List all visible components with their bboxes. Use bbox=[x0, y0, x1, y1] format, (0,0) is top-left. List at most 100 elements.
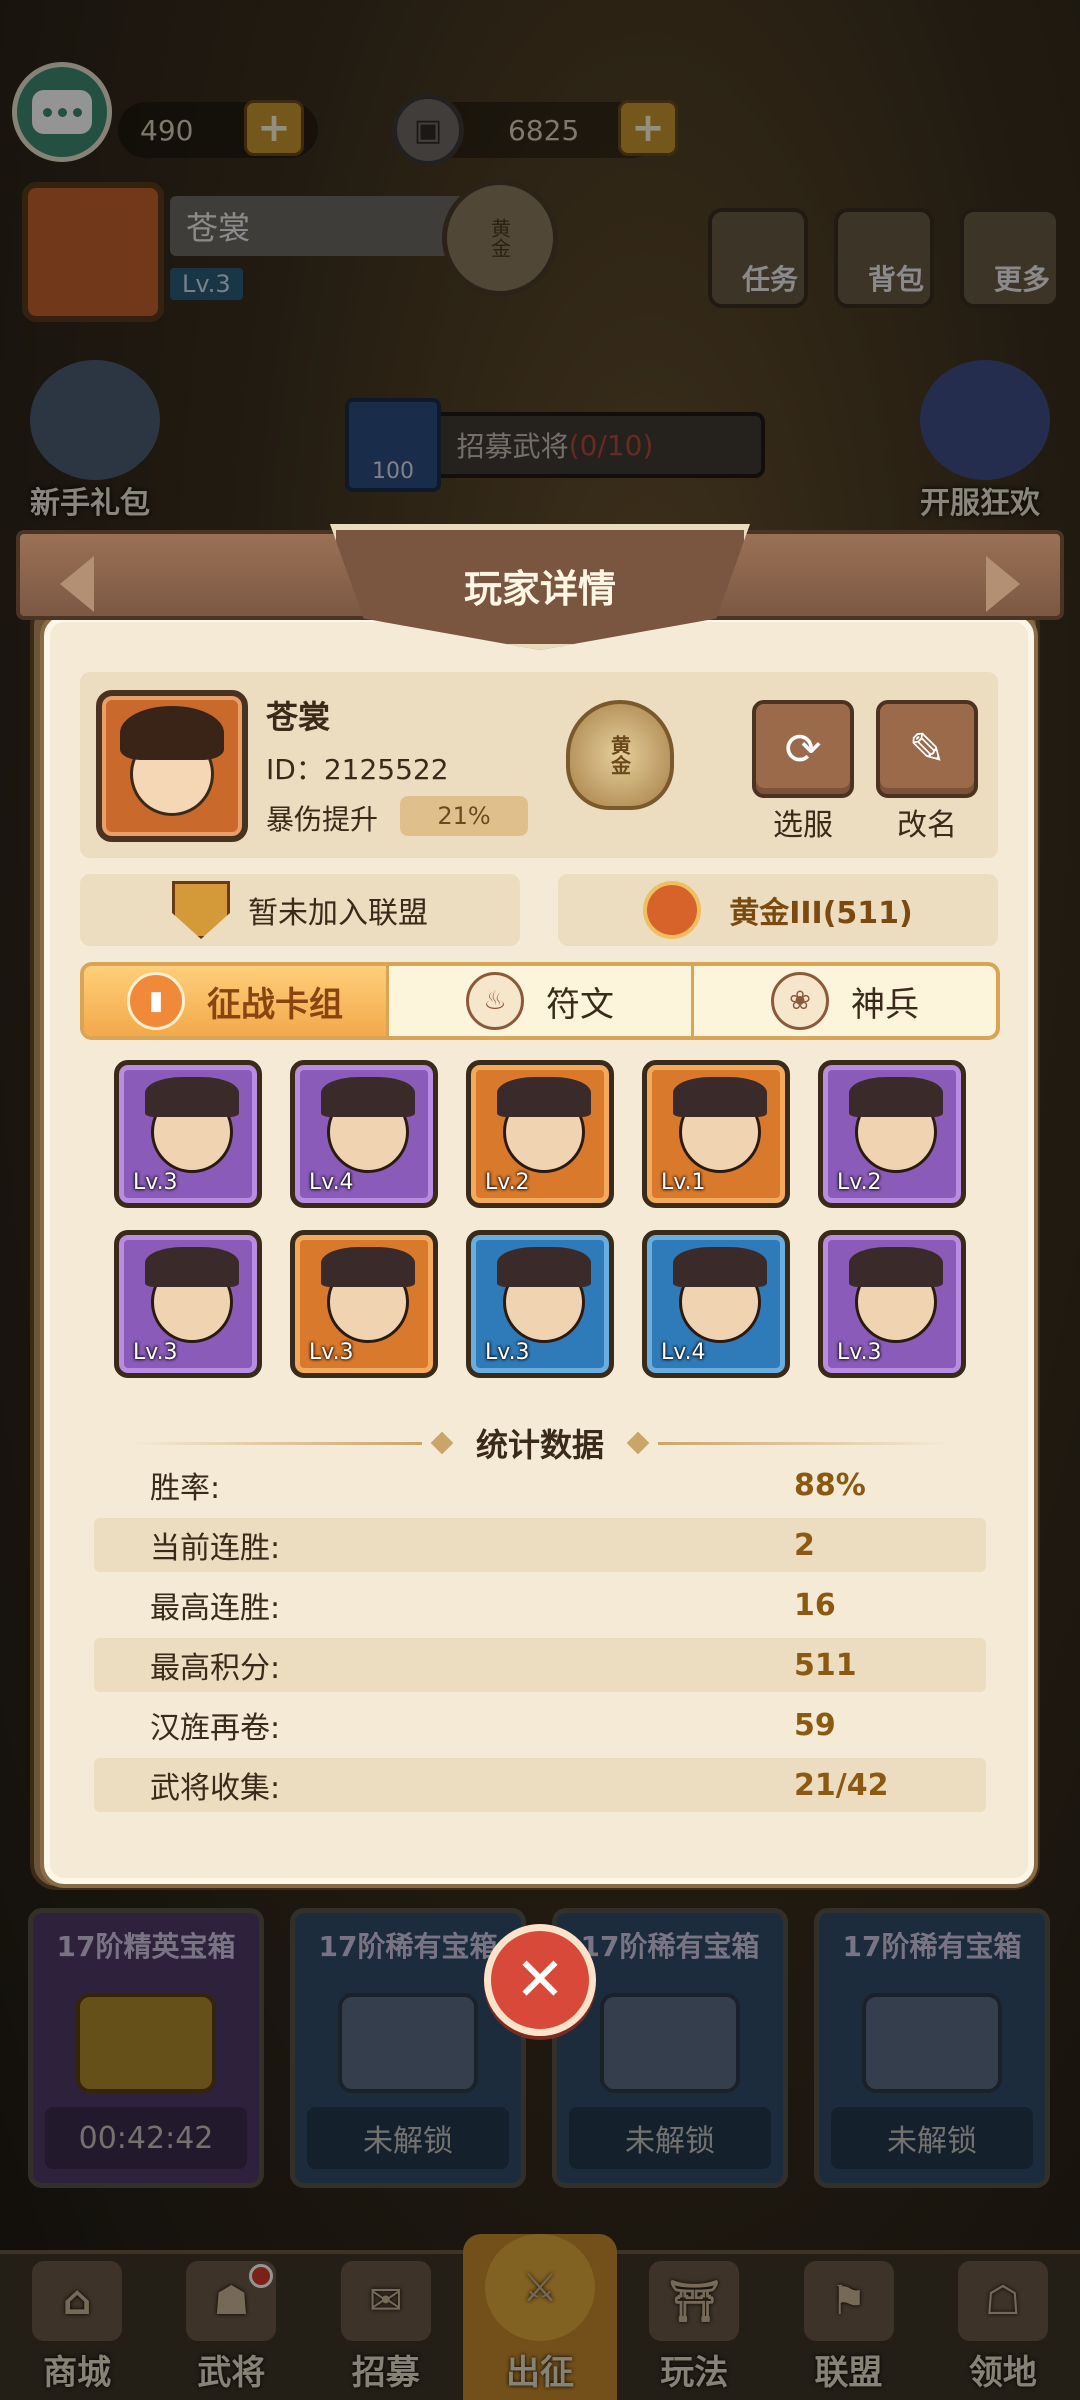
chat-icon bbox=[32, 90, 92, 134]
tasks-button[interactable]: 任务 bbox=[708, 208, 808, 308]
hero-card[interactable]: Lv.3 bbox=[818, 1230, 966, 1378]
tab-runes[interactable]: ♨ 符文 bbox=[389, 966, 694, 1036]
crit-bonus-value: 21% bbox=[400, 796, 528, 836]
nav-label: 招募 bbox=[351, 2353, 420, 2393]
backpack-button[interactable]: 背包 bbox=[834, 208, 934, 308]
tab-battle-deck[interactable]: ▮ 征战卡组 bbox=[84, 966, 389, 1036]
pouch-icon bbox=[643, 881, 702, 939]
divider bbox=[130, 1441, 422, 1445]
hero-card[interactable]: Lv.3 bbox=[290, 1230, 438, 1378]
rank-badge-small-text: 黄金 bbox=[487, 218, 512, 258]
recruit-cost-value: 100 bbox=[372, 459, 414, 484]
stat-label: 武将收集: bbox=[150, 1771, 281, 1806]
nav-territory[interactable]: ☖ 领地 bbox=[926, 2254, 1080, 2400]
stat-row-han-banner: 汉旌再卷: 59 bbox=[94, 1698, 986, 1752]
divider-diamond bbox=[626, 1431, 650, 1455]
tab-label: 符文 bbox=[546, 984, 614, 1025]
player-id: ID：2125522 bbox=[266, 753, 449, 786]
player-avatar bbox=[96, 690, 248, 842]
hero-portrait-hat bbox=[849, 1247, 943, 1287]
play-icon: ⛩ bbox=[649, 2261, 740, 2341]
hero-portrait-hat bbox=[673, 1247, 767, 1287]
stat-label: 汉旌再卷: bbox=[150, 1711, 281, 1746]
rune-icon: ♨ bbox=[466, 972, 524, 1030]
newbie-gift-label[interactable]: 新手礼包 bbox=[30, 478, 150, 522]
rename-label[interactable]: 改名 bbox=[876, 800, 978, 844]
nav-shop[interactable]: ⌂ 商城 bbox=[0, 2254, 154, 2400]
hero-card[interactable]: Lv.4 bbox=[290, 1060, 438, 1208]
hero-card[interactable]: Lv.4 bbox=[642, 1230, 790, 1378]
close-button[interactable]: ✕ bbox=[484, 1924, 596, 2036]
avatar-hair bbox=[120, 706, 224, 760]
backpack-label: 背包 bbox=[867, 263, 924, 296]
hero-card[interactable]: Lv.1 bbox=[642, 1060, 790, 1208]
nav-generals[interactable]: ☗ 武将 bbox=[154, 2254, 308, 2400]
divider bbox=[658, 1441, 951, 1445]
coin-icon: ▣ bbox=[392, 94, 464, 166]
stat-row-win-rate: 胜率: 88% bbox=[94, 1458, 986, 1512]
hero-portrait-hat bbox=[145, 1247, 239, 1287]
tab-divine-weapons[interactable]: ❀ 神兵 bbox=[694, 966, 996, 1036]
server-carnival-label[interactable]: 开服狂欢 bbox=[920, 478, 1040, 522]
rename-button[interactable]: ✎ bbox=[876, 700, 978, 798]
crit-bonus-label: 暴伤提升 bbox=[266, 803, 379, 836]
recruit-label: 招募武将 bbox=[456, 430, 569, 463]
battle-icon: ⚔ bbox=[484, 2234, 595, 2341]
rank-info-text: 黄金III(511) bbox=[729, 896, 913, 931]
hero-level: Lv.1 bbox=[661, 1170, 706, 1195]
tab-label: 神兵 bbox=[851, 984, 919, 1025]
more-button[interactable]: 更多 bbox=[960, 208, 1060, 308]
stat-value: 2 bbox=[794, 1527, 815, 1563]
select-server-label[interactable]: 选服 bbox=[752, 800, 854, 844]
stat-label: 最高积分: bbox=[150, 1651, 281, 1686]
pencil-icon: ✎ bbox=[908, 723, 946, 775]
hero-portrait-hat bbox=[849, 1077, 943, 1117]
chest-title: 17阶稀有宝箱 bbox=[842, 1930, 1022, 1963]
player-avatar-small[interactable] bbox=[22, 182, 164, 322]
rank-badge-text: 黄金 bbox=[607, 735, 632, 775]
modal-title: 玩家详情 bbox=[463, 567, 616, 611]
hero-card[interactable]: Lv.2 bbox=[818, 1060, 966, 1208]
chat-button[interactable] bbox=[12, 62, 112, 162]
hero-card[interactable]: Lv.2 bbox=[466, 1060, 614, 1208]
hero-level: Lv.3 bbox=[133, 1170, 178, 1195]
hero-card[interactable]: Lv.3 bbox=[114, 1060, 262, 1208]
nav-battle[interactable]: ⚔ 出征 bbox=[462, 2234, 618, 2400]
server-carnival-icon[interactable] bbox=[920, 360, 1050, 480]
shield-icon bbox=[172, 881, 230, 939]
add-gems-button[interactable]: + bbox=[244, 100, 304, 156]
ribbon-left-arrow bbox=[60, 556, 94, 612]
add-coins-button[interactable]: + bbox=[618, 100, 678, 156]
stat-row-best-score: 最高积分: 511 bbox=[94, 1638, 986, 1692]
hero-card[interactable]: Lv.3 bbox=[114, 1230, 262, 1378]
rank-badge-small: 黄金 bbox=[442, 180, 558, 296]
shop-icon: ⌂ bbox=[32, 2261, 123, 2341]
stat-value: 21/42 bbox=[794, 1767, 889, 1803]
nav-play[interactable]: ⛩ 玩法 bbox=[617, 2254, 771, 2400]
recruit-progress: (0/10) bbox=[568, 428, 654, 462]
chest-slot-4[interactable]: 17阶稀有宝箱 未解锁 bbox=[814, 1908, 1050, 2188]
ribbon-right-arrow bbox=[986, 556, 1020, 612]
nav-label: 出征 bbox=[505, 2353, 574, 2393]
close-icon: ✕ bbox=[514, 1945, 566, 2015]
alliance-icon: ⚑ bbox=[803, 2261, 894, 2341]
newbie-gift-icon[interactable] bbox=[30, 360, 160, 480]
hero-portrait-hat bbox=[321, 1077, 415, 1117]
stat-value: 88% bbox=[794, 1467, 866, 1503]
hero-portrait-hat bbox=[145, 1077, 239, 1117]
stat-value: 59 bbox=[794, 1707, 836, 1743]
more-label: 更多 bbox=[993, 263, 1050, 296]
select-server-button[interactable]: ⟳ bbox=[752, 700, 854, 798]
chest-slot-2[interactable]: 17阶稀有宝箱 未解锁 bbox=[290, 1908, 526, 2188]
rank-badge: 黄金 bbox=[566, 700, 674, 810]
rank-info: 黄金III(511) bbox=[558, 874, 998, 946]
hero-card[interactable]: Lv.3 bbox=[466, 1230, 614, 1378]
hero-portrait-hat bbox=[497, 1077, 591, 1117]
nav-alliance[interactable]: ⚑ 联盟 bbox=[771, 2254, 925, 2400]
player-name: 苍裳 bbox=[186, 209, 251, 247]
player-level: Lv.3 bbox=[170, 268, 243, 300]
chest-icon bbox=[76, 1993, 216, 2093]
hero-level: Lv.2 bbox=[485, 1170, 530, 1195]
chest-slot-1[interactable]: 17阶精英宝箱 00:42:42 bbox=[28, 1908, 264, 2188]
nav-recruit[interactable]: ✉ 招募 bbox=[309, 2254, 463, 2400]
